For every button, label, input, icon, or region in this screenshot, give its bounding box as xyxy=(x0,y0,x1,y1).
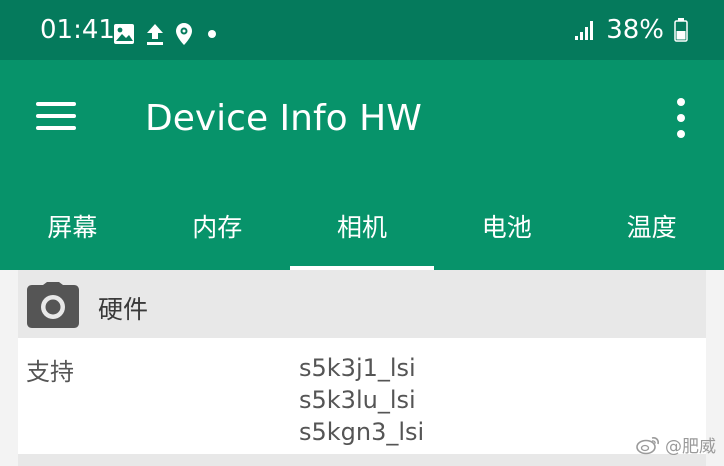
signal-icon xyxy=(575,21,594,40)
section-icon-partial xyxy=(32,462,72,466)
camera-icon xyxy=(27,282,79,328)
status-bar: 01:41 38% xyxy=(0,0,724,60)
location-icon xyxy=(176,23,192,45)
content-area: 硬件 支持 s5k3j1_lsi s5k3lu_lsi s5kgn3_lsi xyxy=(0,270,724,466)
tab-camera[interactable]: 相机 xyxy=(289,200,435,270)
app-bar: Device Info HW 屏幕 内存 相机 电池 温度 xyxy=(0,60,724,270)
info-row: 支持 s5k3j1_lsi s5k3lu_lsi s5kgn3_lsi xyxy=(18,338,706,454)
section-header: 硬件 xyxy=(18,270,706,338)
sensor-value: s5k3j1_lsi xyxy=(299,354,416,382)
more-vert-icon-dot xyxy=(677,130,685,138)
sensor-value: s5kgn3_lsi xyxy=(299,418,425,446)
menu-icon-bar xyxy=(36,126,76,130)
status-icons-left xyxy=(113,20,221,48)
menu-icon-bar xyxy=(36,114,76,118)
sensor-value: s5k3lu_lsi xyxy=(299,386,416,414)
tab-battery[interactable]: 电池 xyxy=(434,200,579,270)
battery-percentage: 38% xyxy=(606,15,664,45)
info-values: s5k3j1_lsi s5k3lu_lsi s5kgn3_lsi xyxy=(299,352,424,448)
info-label: 支持 xyxy=(26,358,74,386)
image-icon xyxy=(114,24,134,44)
menu-icon-bar xyxy=(36,102,76,106)
watermark: @肥威 xyxy=(635,432,716,457)
overflow-menu-button[interactable] xyxy=(674,98,688,138)
upload-icon xyxy=(147,24,163,45)
weibo-icon xyxy=(636,436,659,454)
more-vert-icon-dot xyxy=(677,98,685,106)
dot-icon xyxy=(208,30,216,38)
next-section-header xyxy=(18,454,706,466)
battery-icon xyxy=(674,18,688,42)
tab-memory[interactable]: 内存 xyxy=(145,200,290,270)
more-vert-icon-dot xyxy=(677,114,685,122)
section-title: 硬件 xyxy=(98,295,149,324)
tab-temperature[interactable]: 温度 xyxy=(579,200,724,270)
watermark-text: @肥威 xyxy=(665,437,716,457)
tab-screen[interactable]: 屏幕 xyxy=(0,200,145,270)
menu-button[interactable] xyxy=(36,98,76,134)
status-time: 01:41 xyxy=(40,15,115,45)
app-title: Device Info HW xyxy=(145,98,422,139)
tab-bar: 屏幕 内存 相机 电池 温度 xyxy=(0,200,724,270)
status-right: 38% xyxy=(574,17,688,43)
